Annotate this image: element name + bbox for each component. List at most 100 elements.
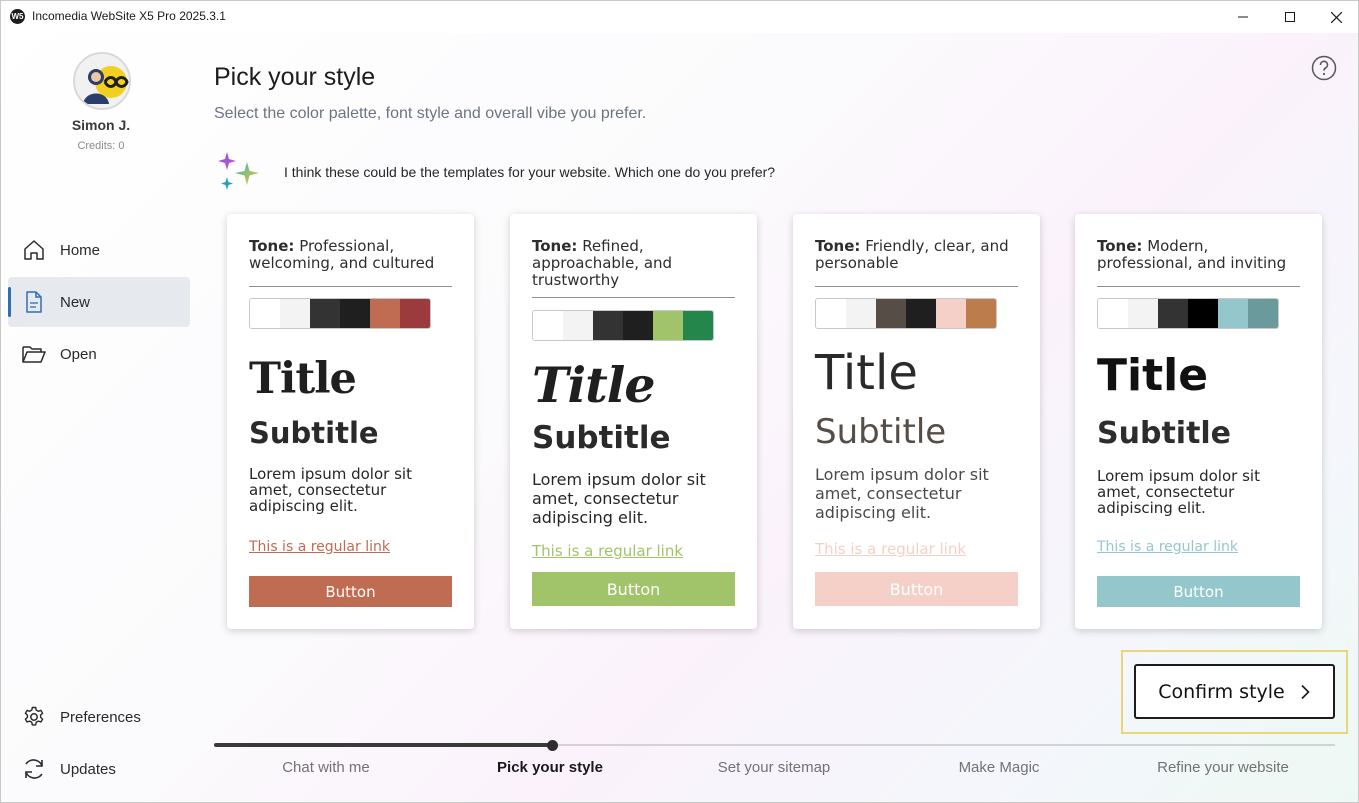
sample-body-text: Lorem ipsum dolor sit amet, consectetur … <box>1097 467 1260 517</box>
color-swatch <box>623 311 653 340</box>
color-swatch <box>593 311 623 340</box>
close-button[interactable] <box>1313 1 1359 33</box>
confirm-style-label: Confirm style <box>1158 680 1285 703</box>
user-name: Simon J. <box>71 117 131 133</box>
tone-label: Tone: <box>249 237 295 255</box>
color-swatch <box>936 299 966 328</box>
folder-open-icon <box>21 341 47 367</box>
template-card-3[interactable]: Tone: Friendly, clear, and personable Ti… <box>793 214 1040 629</box>
tone-label: Tone: <box>815 237 861 255</box>
sample-link: This is a regular link <box>1097 539 1238 555</box>
credits-label: Credits: 0 <box>77 140 125 152</box>
sidebar-item-label: Preferences <box>60 708 141 726</box>
color-palette <box>249 298 431 329</box>
app-logo-icon: W5 <box>10 9 25 24</box>
divider <box>532 297 735 298</box>
template-card-1[interactable]: Tone: Professional, welcoming, and cultu… <box>227 214 474 629</box>
color-swatch <box>1158 299 1188 328</box>
color-swatch <box>1188 299 1218 328</box>
sample-body-text: Lorem ipsum dolor sit amet, consectetur … <box>815 465 989 522</box>
maximize-button[interactable] <box>1267 1 1313 33</box>
sidebar-item-label: Open <box>60 345 97 363</box>
color-swatch <box>846 299 876 328</box>
color-swatch <box>1098 299 1128 328</box>
sidebar-item-label: Updates <box>60 760 116 778</box>
minimize-button[interactable] <box>1220 1 1266 33</box>
help-icon[interactable] <box>1311 55 1337 81</box>
color-swatch <box>906 299 936 328</box>
sample-subtitle: Subtitle <box>532 420 671 456</box>
sidebar-item-label: New <box>60 293 91 311</box>
sample-button: Button <box>1097 576 1300 607</box>
home-icon <box>21 237 47 263</box>
step-pick-your-style[interactable]: Pick your style <box>438 759 662 776</box>
tone-label: Tone: <box>532 237 578 255</box>
template-card-2[interactable]: Tone: Refined, approachable, and trustwo… <box>510 214 757 629</box>
color-swatch <box>400 299 430 328</box>
page-title: Pick your style <box>214 63 376 91</box>
sample-button: Button <box>532 572 735 606</box>
tone-text: Tone: Modern, professional, and inviting <box>1097 238 1302 272</box>
sidebar: Simon J. Credits: 0 Home New Open Prefer… <box>1 33 201 803</box>
color-swatch <box>816 299 846 328</box>
step-make-magic[interactable]: Make Magic <box>887 759 1111 776</box>
window-title: Incomedia WebSite X5 Pro 2025.3.1 <box>32 9 226 23</box>
sidebar-item-open[interactable]: Open <box>8 329 190 379</box>
sample-subtitle: Subtitle <box>1097 416 1232 451</box>
color-swatch <box>563 311 593 340</box>
close-icon <box>1330 11 1342 23</box>
sample-body-text: Lorem ipsum dolor sit amet, consectetur … <box>249 465 412 515</box>
sidebar-item-new[interactable]: New <box>8 277 190 327</box>
step-set-your-sitemap[interactable]: Set your sitemap <box>662 759 886 776</box>
minimize-icon <box>1238 16 1248 18</box>
sample-title: Title <box>532 356 656 414</box>
ai-sparkle-icon <box>217 151 261 193</box>
color-swatch <box>1248 299 1278 328</box>
step-current-marker <box>547 740 558 751</box>
sidebar-item-updates[interactable]: Updates <box>8 744 190 794</box>
color-swatch <box>966 299 996 328</box>
color-swatch <box>280 299 310 328</box>
app-window: W5 Incomedia WebSite X5 Pro 2025.3.1 Sim… <box>0 0 1359 803</box>
color-swatch <box>653 311 683 340</box>
tone-text: Tone: Refined, approachable, and trustwo… <box>532 238 737 289</box>
maximize-icon <box>1285 12 1295 22</box>
divider <box>1097 286 1300 287</box>
sidebar-item-label: Home <box>60 241 101 259</box>
sample-subtitle: Subtitle <box>815 412 947 452</box>
color-swatch <box>370 299 400 328</box>
gear-icon <box>21 704 47 730</box>
color-palette <box>1097 298 1279 329</box>
color-swatch <box>250 299 280 328</box>
tone-label: Tone: <box>1097 237 1143 255</box>
page-subtitle: Select the color palette, font style and… <box>214 105 647 122</box>
step-chat-with-me[interactable]: Chat with me <box>214 759 438 776</box>
color-swatch <box>683 311 713 340</box>
avatar[interactable] <box>73 52 131 110</box>
sample-link: This is a regular link <box>249 539 390 555</box>
template-card-4[interactable]: Tone: Modern, professional, and inviting… <box>1075 214 1322 629</box>
step-progress <box>214 743 552 747</box>
color-swatch <box>310 299 340 328</box>
tone-text: Tone: Friendly, clear, and personable <box>815 238 1020 272</box>
color-swatch <box>340 299 370 328</box>
color-palette <box>532 310 714 341</box>
title-bar: W5 Incomedia WebSite X5 Pro 2025.3.1 <box>1 1 1358 33</box>
color-swatch <box>1128 299 1158 328</box>
tone-text: Tone: Professional, welcoming, and cultu… <box>249 238 454 272</box>
step-refine-your-website[interactable]: Refine your website <box>1111 759 1335 776</box>
color-swatch <box>533 311 563 340</box>
color-palette <box>815 298 997 329</box>
new-file-icon <box>21 289 47 315</box>
divider <box>249 286 452 287</box>
sample-title: Title <box>249 354 357 404</box>
sample-subtitle: Subtitle <box>249 416 379 450</box>
sidebar-item-preferences[interactable]: Preferences <box>8 692 190 742</box>
sample-button: Button <box>815 572 1018 606</box>
refresh-icon <box>21 756 47 782</box>
color-swatch <box>876 299 906 328</box>
sample-button: Button <box>249 576 452 607</box>
sidebar-item-home[interactable]: Home <box>8 225 190 275</box>
ai-message: I think these could be the templates for… <box>284 164 776 180</box>
confirm-style-button[interactable]: Confirm style <box>1134 664 1335 719</box>
